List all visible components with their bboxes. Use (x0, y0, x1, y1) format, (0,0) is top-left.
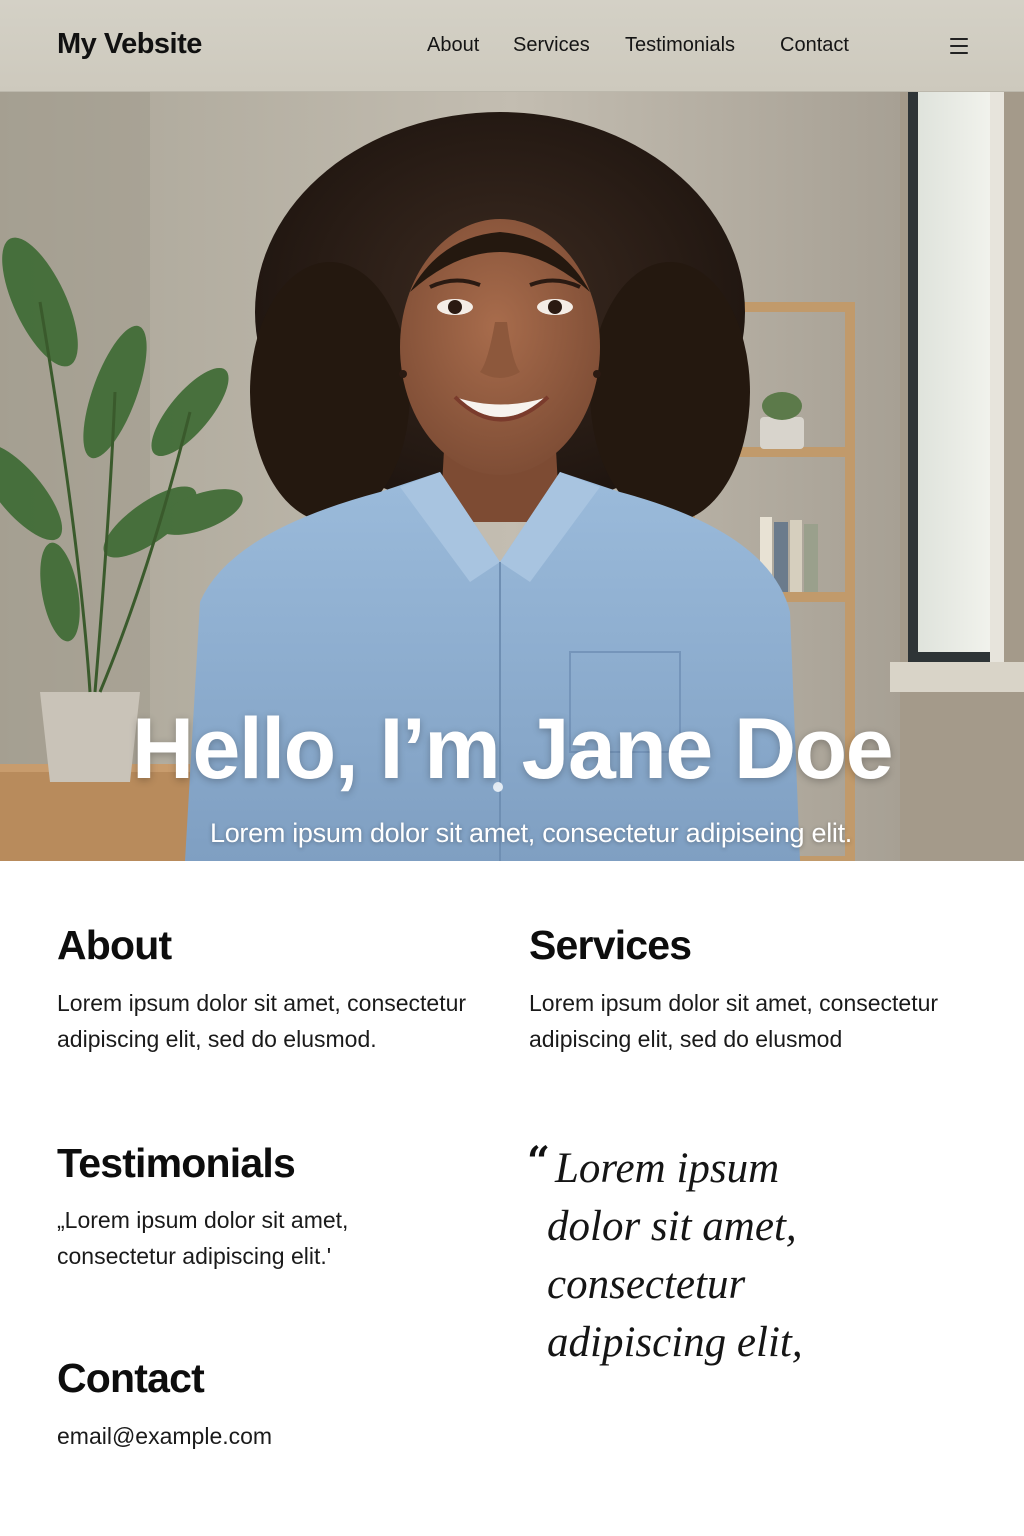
hero-title: Hello, I’m Jane Doe (131, 701, 894, 797)
pull-quote: Lorem ipsum dolor sit amet, consectetur … (547, 1140, 867, 1372)
nav-link-contact[interactable]: Contact (780, 34, 849, 57)
hamburger-menu-icon[interactable] (947, 35, 971, 57)
main-nav: About Services Testimonials Contact (0, 34, 1024, 58)
about-heading: About (57, 922, 172, 968)
hero-subtitle: Lorem ipsum dolor sit amet, consectetur … (209, 818, 852, 848)
nav-link-services[interactable]: Services (513, 34, 590, 57)
site-header: My Vebsite About Services Testimonials C… (0, 0, 1024, 92)
nav-link-about[interactable]: About (427, 34, 479, 57)
services-heading: Services (529, 922, 692, 968)
contact-email[interactable]: email@example.com (57, 1418, 507, 1454)
services-text: Lorem ipsum dolor sit amet, consectetur … (529, 990, 939, 1052)
testimonials-heading: Testimonials (57, 1140, 296, 1186)
pull-quote-line: adipiscing elit, (547, 1319, 803, 1366)
nav-link-testimonials[interactable]: Testimonials (625, 34, 735, 57)
hero-section: Hello, I’m Jane Doe Lorem ipsum dolor si… (0, 92, 1024, 861)
contact-heading: Contact (57, 1355, 205, 1401)
about-text: Lorem ipsum dolor sit amet, consectetur … (57, 990, 467, 1052)
pull-quote-line: consectetur (547, 1261, 746, 1308)
pull-quote-line: dolor sit amet, (547, 1203, 797, 1250)
testimonial-text: „Lorem ipsum dolor sit amet, consectetur… (57, 1207, 349, 1269)
pull-quote-line: Lorem ipsum (555, 1145, 780, 1192)
